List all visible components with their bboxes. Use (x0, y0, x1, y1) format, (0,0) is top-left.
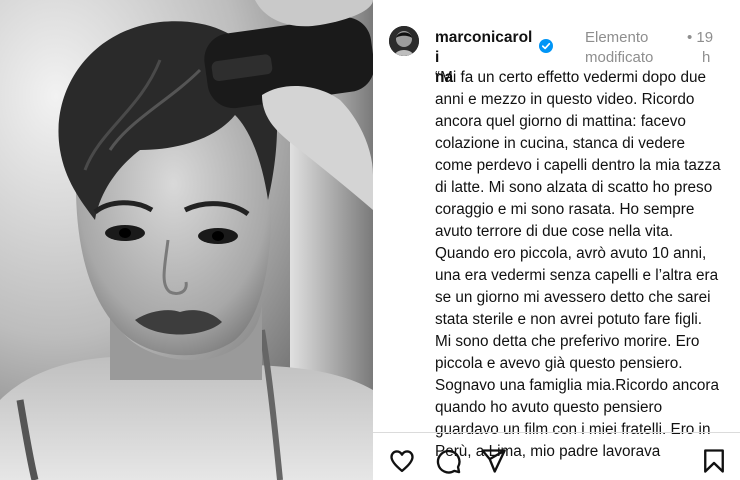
caption-line: coraggio e mi sono rasata. Ho sempre (435, 201, 695, 218)
time-line: • 19 (687, 29, 714, 46)
edited-label: Elemento modificato (585, 28, 685, 68)
edited-line: modificato (585, 49, 654, 66)
comment-icon (436, 449, 461, 474)
post-photo (0, 0, 373, 480)
caption-line: Quando ero piccola, avrò avuto 10 anni, (435, 245, 707, 262)
caption-line: stata sterile e non avrei potuto fare fi… (435, 311, 702, 328)
post-details-panel: marconicaroli na Elemento modificato • 1… (373, 0, 740, 480)
share-button[interactable] (479, 447, 507, 475)
avatar-image (389, 26, 419, 56)
caption-line: come perdevo i capelli dentro la mia taz… (435, 157, 721, 174)
caption-line: se un giorno mi avessero detto che sarei (435, 289, 711, 306)
caption-line: piccola e avevo già questo pensiero. (435, 355, 683, 372)
caption-line: ancora quel giorno di mattina: facevo (435, 113, 686, 130)
actions-divider (373, 432, 740, 433)
caption-line: una era vedermi senza capelli e l’altra … (435, 267, 719, 284)
caption-line: Sognavo una famiglia mia.Ricordo ancora (435, 377, 720, 394)
post-media[interactable] (0, 0, 373, 480)
edited-line: Elemento (585, 29, 649, 46)
caption-line: Mi sono detta che preferivo morire. Ero (435, 333, 700, 350)
username-line: marconicaroli (435, 29, 533, 66)
comment-button[interactable] (434, 447, 462, 475)
post-time[interactable]: • 19 h (687, 28, 723, 68)
avatar[interactable] (389, 26, 419, 56)
share-icon (481, 449, 506, 473)
caption-line: di latte. Mi sono alzata di scatto ho pr… (435, 179, 713, 196)
time-line: h (702, 49, 711, 66)
like-button[interactable] (388, 447, 416, 475)
caption-line: colazione in cucina, stanca di vedere (435, 135, 686, 152)
heart-icon (390, 450, 414, 473)
caption-line: anni e mezzo in questo video. Ricordo (435, 91, 695, 108)
post-caption: “Mi fa un certo effetto vedermi dopo due… (435, 67, 730, 463)
caption-line: “Mi fa un certo effetto vedermi dopo due (435, 69, 706, 86)
caption-line: quando ho avuto questo pensiero (435, 399, 663, 416)
verified-badge-icon (539, 39, 553, 53)
caption-line: avuto terrore di due cose nella vita. (435, 223, 674, 240)
save-button[interactable] (700, 447, 728, 475)
caption-line: guardavo un film con i miei fratelli. Er… (435, 421, 711, 438)
bookmark-icon (704, 449, 724, 473)
